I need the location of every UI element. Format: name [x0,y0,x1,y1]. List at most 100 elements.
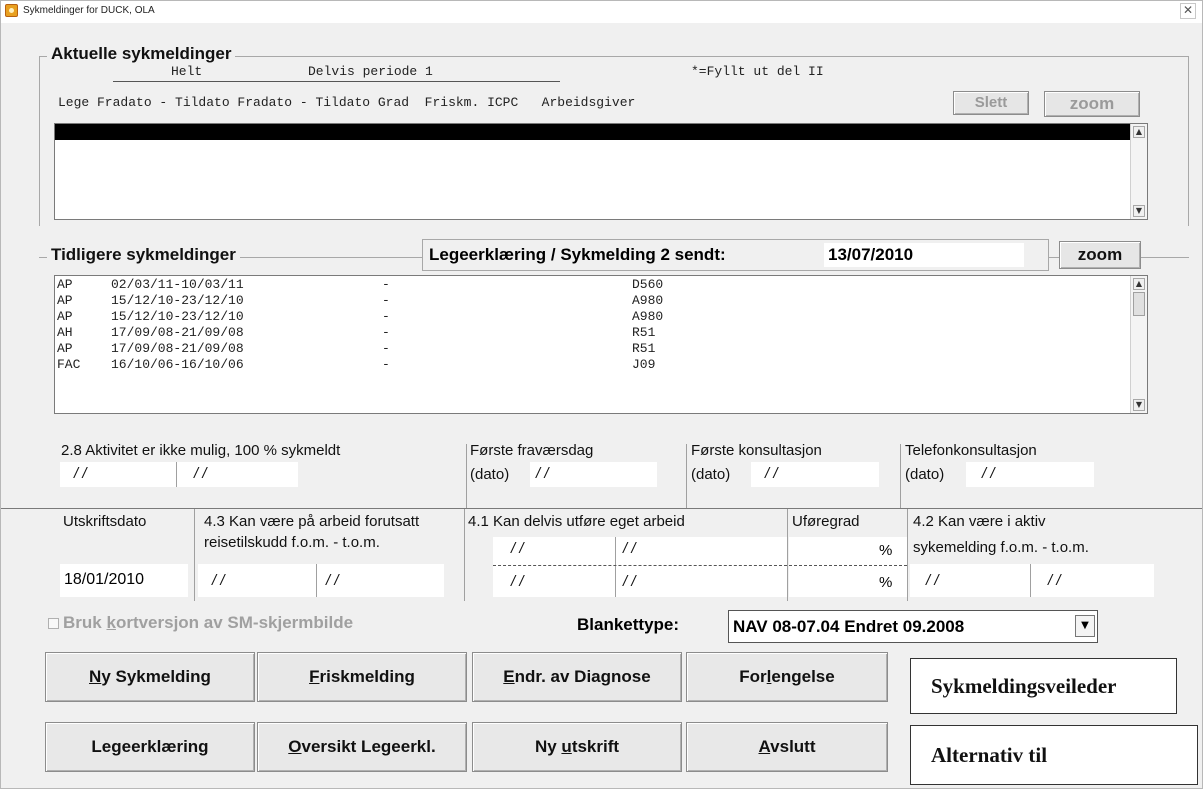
statement-overview-button[interactable]: Oversikt Legeerkl. [257,722,467,772]
list-item-icpc: R51 [632,341,656,356]
short-version-checkbox[interactable] [48,618,59,629]
list-item[interactable]: AP 15/12/10-23/12/10 - A980 [55,293,1130,309]
uforegrad-percent-1: % [879,542,893,559]
delvis-41-to-2: / / [623,573,636,590]
list-item-icpc: J09 [632,357,656,372]
forste-konsult-field[interactable]: / / [751,462,879,487]
previous-list[interactable]: AP 02/03/11-10/03/11 - D560 AP 15/12/10-23/12… [54,275,1148,414]
forste-fravaer-field[interactable]: / / [530,462,657,487]
divider [466,444,467,508]
list-item[interactable]: AP 17/09/08-21/09/08 - R51 [55,341,1130,357]
list-item-icpc: A980 [632,309,664,324]
button-label: versikt Legeerkl. [301,737,436,756]
header-note: *=Fyllt ut del II [691,64,824,79]
close-icon[interactable]: ✕ [1180,3,1196,19]
current-list[interactable]: AP - - A980 ▲ ▼ [54,123,1148,220]
list-item-dash: - [382,325,390,340]
exit-button[interactable]: Avslutt [686,722,888,772]
current-zoom-button[interactable]: zoom [1044,91,1140,117]
current-column-headers: Lege Fradato - Tildato Fradato - Tildato… [58,95,636,110]
list-item[interactable]: FAC 16/10/06-16/10/06 - J09 [55,357,1130,373]
row-separator [789,565,907,566]
dato-label: (dato) [470,466,510,483]
telefon-field[interactable]: / / [966,462,1094,487]
delete-button[interactable]: Slett [953,91,1029,115]
list-item-period: 17/09/08-21/09/08 [111,341,244,356]
button-label: ndr. av Diagnose [514,667,651,686]
uforegrad-field[interactable]: % % [789,537,907,597]
delvis-41-from-1: / / [511,540,524,557]
list-item-lege: AP [57,341,73,356]
blankettype-label: Blankettype: [577,615,680,634]
previous-scrollbar[interactable]: ▲ ▼ [1130,276,1147,413]
label-mnemonic: k [106,613,116,632]
list-item-icpc: D560 [632,277,664,292]
scroll-down-icon[interactable]: ▼ [1133,399,1145,411]
divider [907,509,908,601]
field-divider [1030,564,1031,597]
list-item[interactable]: AH 17/09/08-21/09/08 - R51 [55,325,1130,341]
scroll-up-icon[interactable]: ▲ [1133,278,1145,290]
label-part: ortversjon av SM-skjermbilde [115,613,354,632]
delvis-41-from-2: / / [511,573,524,590]
utskriftsdato-label: Utskriftsdato [63,513,147,530]
button-label: riskmelding [319,667,415,686]
new-printout-button[interactable]: Ny utskrift [472,722,682,772]
aktiv-42-field[interactable]: / / / / [910,564,1154,597]
fit-for-work-button[interactable]: Friskmelding [257,652,467,702]
medical-statement-button[interactable]: Legeerklæring [45,722,255,772]
divider [900,444,901,508]
aktivitet-date-field[interactable]: / / / / [60,462,298,487]
kan-vaere-43-line2: reisetilskudd f.o.m. - t.o.m. [204,534,380,551]
previous-legend: Tidligere sykmeldinger [47,245,240,265]
blankettype-value: NAV 08-07.04 Endret 09.2008 [733,617,965,636]
list-item-lege: AP [57,140,73,155]
extension-button[interactable]: Forlengelse [686,652,888,702]
header-delvis: Delvis periode 1 [308,64,433,79]
button-label: Ny [534,737,562,756]
change-diagnosis-button[interactable]: Endr. av Diagnose [472,652,682,702]
button-label: tskrift [571,737,620,756]
forste-fravaer-value: / / [536,465,549,482]
title-bar: Sykmeldinger for DUCK, OLA ✕ [1,1,1202,23]
aktivitet-label: 2.8 Aktivitet er ikke mulig, 100 % sykme… [61,442,341,459]
list-item[interactable]: AP 02/03/11-10/03/11 - D560 [55,277,1130,293]
kan-vaere-43-to: / / [326,572,339,589]
new-sick-leave-button[interactable]: Ny Sykmelding [45,652,255,702]
list-item[interactable]: AP - - A980 [55,124,1130,203]
button-label: For [739,667,767,686]
list-item-dash: - [382,309,390,324]
list-item-dash: - [245,156,253,171]
sick-leave-guide-button[interactable]: Sykmeldingsveileder [910,658,1177,714]
sent-date: 13/07/2010 [828,245,914,264]
delvis-41-field[interactable]: / / / / / / / / [493,537,787,597]
divider [194,509,195,601]
divider [464,509,465,601]
list-item-period: 17/09/08-21/09/08 [111,325,244,340]
scroll-up-icon[interactable]: ▲ [1133,126,1145,138]
delvis-41-to-1: / / [623,540,636,557]
list-item[interactable]: AP 15/12/10-23/12/10 - A980 [55,309,1130,325]
scroll-down-icon[interactable]: ▼ [1133,205,1145,217]
alternative-button[interactable]: Alternativ til [910,725,1198,785]
button-label: vslutt [770,737,816,756]
blankettype-select[interactable]: NAV 08-07.04 Endret 09.2008 ▼ [728,610,1098,643]
sent-date-field[interactable]: 13/07/2010 [824,243,1024,267]
utskriftsdato-value: 18/01/2010 [64,571,145,588]
telefon-value: / / [982,465,995,482]
short-version-label: Bruk kortversjon av SM-skjermbilde [63,613,353,633]
list-item-period: 02/03/11-10/03/11 [111,277,244,292]
field-divider [316,564,317,597]
list-item-dash: - [382,293,390,308]
previous-zoom-button[interactable]: zoom [1059,241,1141,269]
scroll-thumb[interactable] [1133,292,1145,316]
chevron-down-icon[interactable]: ▼ [1075,615,1095,637]
current-scrollbar[interactable]: ▲ ▼ [1130,124,1147,219]
telefon-label: Telefonkonsultasjon [905,442,1037,459]
list-item-dash: - [382,277,390,292]
kan-vaere-43-field[interactable]: / / / / [198,564,444,597]
sent-label: Legeerklæring / Sykmelding 2 sendt: [429,245,726,264]
button-label: y Sykmelding [101,667,211,686]
forste-konsult-label: Første konsultasjon [691,442,822,459]
utskriftsdato-field[interactable]: 18/01/2010 [60,564,188,597]
